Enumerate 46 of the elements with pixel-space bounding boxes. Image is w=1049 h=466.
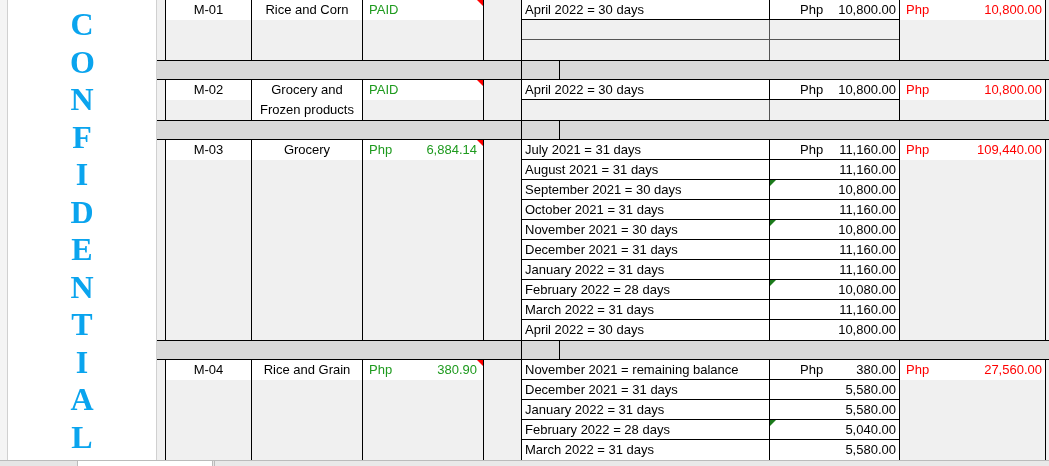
empty-cell: [157, 0, 165, 60]
status-currency: Php: [368, 361, 393, 380]
confidential-label: CONFIDENTIAL: [70, 6, 94, 457]
currency-text: Php: [799, 80, 824, 99]
amount-text: 10,800.00: [838, 220, 897, 239]
amount-text: 5,580.00: [845, 400, 897, 419]
product-cell: Rice and Grain: [251, 360, 362, 460]
total-currency: Php: [905, 81, 930, 100]
amount-text: 5,580.00: [845, 380, 897, 399]
total-amount: 109,440.00: [976, 141, 1043, 160]
amount-text: 11,160.00: [839, 260, 897, 279]
total-amount: 10,800.00: [984, 81, 1043, 100]
total-amount: 27,560.00: [984, 361, 1043, 380]
amount-text: 5,040.00: [845, 420, 897, 439]
amount-text: 10,800.00: [838, 80, 897, 99]
currency-text: Php: [799, 140, 824, 159]
status-currency: Php: [368, 141, 393, 160]
id-cell: M-04: [165, 360, 251, 460]
status-amount: 380.90: [437, 361, 478, 380]
id-cell: M-01: [165, 0, 251, 60]
total-amount: 10,800.00: [984, 1, 1043, 20]
total-currency: Php: [905, 361, 930, 380]
total-currency: Php: [905, 1, 930, 20]
product-cell: Rice and Corn: [251, 0, 362, 60]
total-currency: Php: [905, 141, 930, 160]
amount-text: 380.00: [856, 360, 897, 379]
status-amount: 6,884.14: [426, 141, 478, 160]
amount-text: 11,160.00: [839, 160, 897, 179]
id-cell: M-02: [165, 80, 251, 120]
currency-text: Php: [799, 360, 824, 379]
amount-text: 10,800.00: [838, 0, 897, 19]
amount-text: 5,580.00: [845, 441, 897, 459]
amount-text: 11,160.00: [839, 240, 897, 259]
amount-text: 11,160.00: [839, 200, 897, 219]
status-text: PAID: [368, 1, 399, 20]
amount-text: 11,160.00: [839, 300, 897, 319]
amount-text: 10,800.00: [838, 180, 897, 199]
amount-text: 11,160.00: [839, 140, 897, 159]
product-cell: Grocery: [251, 140, 362, 340]
id-cell: M-03: [165, 140, 251, 340]
amount-text: 10,800.00: [838, 321, 897, 339]
currency-text: Php: [799, 0, 824, 19]
empty-cell: [157, 80, 165, 120]
product-cell: Grocery and Frozen products: [251, 80, 362, 120]
amount-text: 10,080.00: [838, 280, 897, 299]
status-text: PAID: [368, 81, 399, 100]
